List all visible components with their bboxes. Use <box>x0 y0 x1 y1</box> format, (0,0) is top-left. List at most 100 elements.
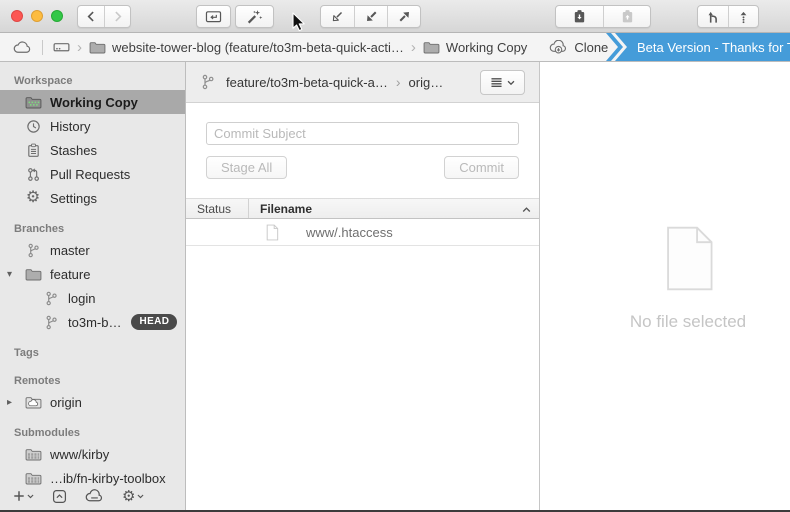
document-placeholder-icon <box>659 220 717 297</box>
merge-arrow-icon <box>706 9 721 24</box>
navigation-group <box>77 5 131 28</box>
stash-save-icon <box>572 9 587 24</box>
list-view-icon <box>490 77 503 88</box>
fetch-button[interactable] <box>321 6 354 27</box>
remote-cloud-folder-icon <box>24 396 42 409</box>
merge-button[interactable] <box>698 6 728 27</box>
fetch-arrow-icon <box>330 9 345 24</box>
history-clock-icon <box>24 119 42 134</box>
sidebar-item-stashes[interactable]: Stashes <box>0 138 185 162</box>
stash-apply-icon <box>620 9 635 24</box>
working-copy-folder-icon <box>24 96 42 109</box>
sidebar-bottom-toolbar: ⚙ <box>0 483 162 509</box>
sidebar-item-working-copy[interactable]: Working Copy <box>0 90 185 114</box>
local-branch-crumb[interactable]: feature/to3m-beta-quick-a… <box>226 75 388 90</box>
working-copy-label: Working Copy <box>446 40 527 55</box>
folder-icon <box>24 268 42 281</box>
breadcrumb-chevron: › <box>77 40 82 55</box>
folder-icon <box>423 41 440 54</box>
sidebar-item-pull-requests[interactable]: Pull Requests <box>0 162 185 186</box>
working-copy-crumb[interactable]: Working Copy <box>423 40 527 55</box>
clone-label: Clone <box>574 40 608 55</box>
cloud-icon <box>13 40 32 54</box>
close-window-button[interactable] <box>11 10 23 22</box>
document-icon <box>265 224 279 241</box>
chevron-down-icon <box>507 80 515 86</box>
sync-group <box>320 5 421 28</box>
add-repository-button[interactable] <box>13 490 34 502</box>
push-button[interactable] <box>387 6 420 27</box>
commit-button[interactable]: Commit <box>444 156 519 179</box>
sidebar-item-settings[interactable]: ⚙ Settings <box>0 186 185 210</box>
action-menu-button[interactable]: ⚙ <box>122 489 144 504</box>
remote-branch-crumb[interactable]: orig… <box>409 75 444 90</box>
sidebar-item-branch-folder-feature[interactable]: ▾ feature <box>0 262 185 286</box>
sidebar-item-branch-login[interactable]: login <box>0 286 185 310</box>
sidebar-item-remote-origin[interactable]: ▸ origin <box>0 390 185 414</box>
disclosure-triangle-collapsed-icon[interactable]: ▸ <box>7 397 12 408</box>
column-header-filename[interactable]: Filename <box>249 202 312 216</box>
cloud-services-crumb[interactable] <box>13 40 32 54</box>
commit-area: Stage All Commit <box>186 103 539 179</box>
zoom-window-button[interactable] <box>51 10 63 22</box>
sidebar-item-submodule-kirby[interactable]: www/kirby <box>0 442 185 466</box>
chevron-down-icon <box>137 494 144 499</box>
magic-wand-icon <box>246 9 263 25</box>
branch-icon <box>42 315 60 330</box>
pull-request-icon <box>24 167 42 182</box>
section-title-tags: Tags <box>0 344 185 362</box>
rebase-button[interactable] <box>728 6 758 27</box>
forward-button[interactable] <box>104 6 130 27</box>
cloud-services-button[interactable] <box>85 489 104 504</box>
beta-banner[interactable]: Beta Version - Thanks for Testi <box>606 33 790 61</box>
gear-icon: ⚙ <box>122 489 135 504</box>
folder-return-icon <box>205 9 222 24</box>
disclosure-triangle-expanded-icon[interactable]: ▾ <box>7 269 12 280</box>
titlebar <box>0 0 790 33</box>
save-stash-button[interactable] <box>556 6 603 27</box>
file-preview-panel: No file selected <box>540 62 790 512</box>
file-table-header: Status Filename <box>186 198 539 219</box>
open-repository-button[interactable] <box>197 6 230 27</box>
path-bar: › website-tower-blog (feature/to3m-beta-… <box>0 33 790 62</box>
commit-subject-input[interactable] <box>206 122 519 145</box>
quick-actions-group <box>235 5 274 28</box>
panel-toggle-button[interactable] <box>52 489 67 504</box>
stage-all-button[interactable]: Stage All <box>206 156 287 179</box>
traffic-lights <box>11 10 63 22</box>
stash-group <box>555 5 651 28</box>
rebase-arrow-icon <box>736 9 751 24</box>
sidebar-item-branch-to3m[interactable]: to3m-b… HEAD <box>0 310 185 334</box>
breadcrumb-chevron: › <box>411 40 416 55</box>
mouse-cursor <box>292 12 306 32</box>
cloud-services-icon <box>85 489 104 504</box>
sidebar-item-history[interactable]: History <box>0 114 185 138</box>
open-repository-group <box>196 5 231 28</box>
computer-crumb[interactable] <box>53 40 70 54</box>
settings-gear-icon: ⚙ <box>24 190 42 206</box>
plus-icon <box>13 490 25 502</box>
view-options-button[interactable] <box>480 70 525 95</box>
sidebar: Workspace Working Copy History Stashes P… <box>0 62 186 512</box>
section-title-remotes: Remotes <box>0 372 185 390</box>
clone-crumb[interactable]: Clone <box>549 40 608 55</box>
repository-crumb[interactable]: website-tower-blog (feature/to3m-beta-qu… <box>89 40 404 55</box>
back-button[interactable] <box>78 6 104 27</box>
table-row[interactable]: www/.htaccess <box>186 219 539 246</box>
apply-stash-button[interactable] <box>603 6 650 27</box>
column-header-status[interactable]: Status <box>186 202 248 216</box>
pull-button[interactable] <box>354 6 387 27</box>
merge-group <box>697 5 759 28</box>
no-file-selected-message: No file selected <box>630 312 746 332</box>
file-table: Status Filename www/.htaccess <box>186 198 539 512</box>
section-title-submodules: Submodules <box>0 424 185 442</box>
sidebar-item-branch-master[interactable]: master <box>0 238 185 262</box>
commit-buttons-row: Stage All Commit <box>206 156 519 179</box>
panel-collapse-icon <box>52 489 67 504</box>
section-title-branches: Branches <box>0 220 185 238</box>
pull-arrow-icon <box>364 9 379 24</box>
branch-icon <box>24 243 42 258</box>
minimize-window-button[interactable] <box>31 10 43 22</box>
branch-header: feature/to3m-beta-quick-a… › orig… <box>186 62 539 103</box>
quick-actions-button[interactable] <box>236 6 273 27</box>
